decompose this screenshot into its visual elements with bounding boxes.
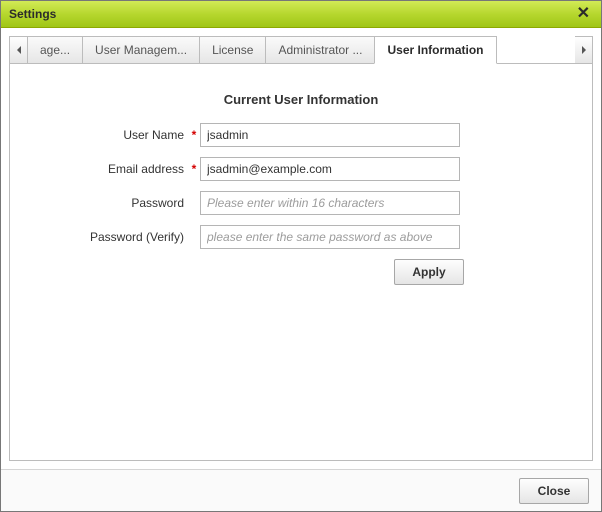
required-marker: * (188, 128, 200, 142)
close-icon[interactable]: ✕ (574, 6, 593, 22)
settings-dialog: Settings ✕ age... User Managem... Licens… (0, 0, 602, 512)
tab-administrator[interactable]: Administrator ... (265, 36, 375, 64)
close-button[interactable]: Close (519, 478, 589, 504)
password-input[interactable] (200, 191, 460, 215)
chevron-right-icon (581, 46, 587, 54)
label-email: Email address (48, 162, 188, 176)
tab-label: User Information (387, 43, 483, 57)
tab-partial-prev[interactable]: age... (27, 36, 83, 64)
required-marker: * (188, 162, 200, 176)
tab-bar: age... User Managem... License Administr… (9, 36, 593, 64)
tab-panel: Current User Information User Name * Ema… (9, 63, 593, 461)
tab-scroll-right[interactable] (575, 36, 593, 64)
label-password: Password (48, 196, 188, 210)
dialog-body: age... User Managem... License Administr… (1, 28, 601, 469)
label-password-verify: Password (Verify) (48, 230, 188, 244)
tab-label: age... (40, 43, 70, 57)
tab-label: Administrator ... (278, 43, 362, 57)
tab-license[interactable]: License (199, 36, 266, 64)
row-password: Password (48, 191, 554, 215)
window-title: Settings (9, 7, 56, 21)
row-username: User Name * (48, 123, 554, 147)
tab-label: User Managem... (95, 43, 187, 57)
label-username: User Name (48, 128, 188, 142)
tab-label: License (212, 43, 253, 57)
tab-user-management[interactable]: User Managem... (82, 36, 200, 64)
titlebar: Settings ✕ (1, 1, 601, 28)
username-input[interactable] (200, 123, 460, 147)
row-email: Email address * (48, 157, 554, 181)
apply-button[interactable]: Apply (394, 259, 464, 285)
tab-user-information[interactable]: User Information (374, 36, 496, 64)
apply-row: Apply (48, 259, 464, 285)
tab-scroll-left[interactable] (9, 36, 27, 64)
row-password-verify: Password (Verify) (48, 225, 554, 249)
password-verify-input[interactable] (200, 225, 460, 249)
email-input[interactable] (200, 157, 460, 181)
chevron-left-icon (16, 46, 22, 54)
dialog-footer: Close (1, 469, 601, 511)
section-title: Current User Information (48, 92, 554, 107)
tabs-container: age... User Managem... License Administr… (27, 36, 575, 64)
